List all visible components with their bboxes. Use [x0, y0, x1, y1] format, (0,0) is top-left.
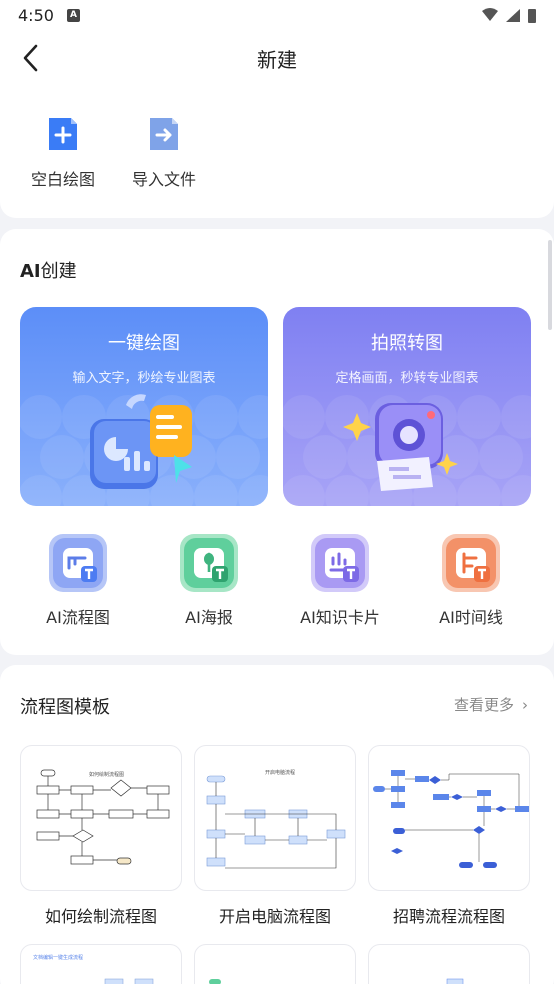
template-label: 开启电脑流程图 [218, 907, 331, 926]
ai-poster-button[interactable]: AI海报 [154, 534, 264, 628]
ai-create-card: AI创建 一键绘图 输入文字，秒绘专业图表 拍照转图 定格画面，秒转专业图表 A… [0, 229, 554, 655]
template-label: 如何绘制流程图 [44, 907, 157, 926]
camera-illustration-icon [343, 403, 458, 491]
ai-timeline-icon [442, 534, 500, 592]
see-more-link[interactable]: 查看更多 › [454, 694, 528, 715]
template-card[interactable]: 如何绘制流程图 如何绘制流程图 [20, 745, 182, 927]
ai-title-bold: AI [20, 261, 41, 282]
template-card[interactable]: 招聘流程流程图 [368, 745, 530, 927]
template-thumbnail: 开启电脑流程 [194, 745, 356, 891]
flowchart-preview [209, 979, 221, 984]
flowchart-preview [446, 978, 464, 984]
page-title: 新建 [257, 48, 297, 72]
status-icons [482, 8, 536, 23]
preview-title: 如何绘制流程图 [89, 771, 124, 778]
ai-flowchart-icon [49, 534, 107, 592]
template-card[interactable] [194, 944, 356, 984]
banner-title: 一键绘图 [108, 333, 180, 354]
ai-section-title: AI创建 [20, 257, 77, 283]
status-time: 4:50 [18, 6, 54, 25]
ai-timeline-label: AI时间线 [439, 608, 503, 627]
template-label: 招聘流程流程图 [392, 907, 505, 926]
chevron-right-icon: › [522, 696, 528, 714]
template-card[interactable]: 开启电脑流程 开启电脑流程图 [194, 745, 356, 927]
ai-flowchart-button[interactable]: AI流程图 [23, 534, 133, 628]
flowchart-preview [373, 770, 529, 868]
template-thumbnail: 如何绘制流程图 [20, 745, 182, 891]
preview-title: 文档编辑一键生成流程 [33, 954, 83, 961]
template-card[interactable] [368, 944, 530, 984]
chart-illustration-icon [90, 394, 192, 489]
import-file-button[interactable]: 导入文件 [114, 114, 214, 190]
wifi-icon [482, 8, 498, 21]
preview-title: 开启电脑流程 [265, 769, 295, 776]
battery-icon [528, 9, 536, 23]
blank-drawing-label: 空白绘图 [30, 170, 95, 189]
app-header: 新建 [0, 32, 554, 82]
one-click-draw-banner[interactable]: 一键绘图 输入文字，秒绘专业图表 [20, 307, 268, 506]
ai-flowchart-label: AI流程图 [46, 608, 110, 627]
templates-title: 流程图模板 [20, 697, 110, 718]
signal-icon [506, 9, 520, 22]
banner-title: 拍照转图 [371, 333, 443, 354]
scrollbar-thumb[interactable] [548, 240, 552, 330]
status-bar: 4:50 A [0, 0, 554, 32]
ai-knowledge-card-button[interactable]: AI知识卡片 [285, 534, 395, 628]
flowchart-preview: 如何绘制流程图 [36, 769, 170, 865]
ai-knowledge-card-label: AI知识卡片 [300, 608, 380, 627]
add-file-icon [49, 118, 77, 150]
ai-title-rest: 创建 [40, 261, 77, 282]
quick-actions-card: 空白绘图 导入文件 [0, 82, 554, 218]
ai-poster-label: AI海报 [185, 608, 233, 627]
flowchart-preview: 开启电脑流程 [206, 769, 346, 869]
template-card[interactable]: 文档编辑一键生成流程 [20, 944, 182, 984]
import-file-label: 导入文件 [131, 170, 196, 189]
ai-knowledge-card-icon [311, 534, 369, 592]
banner-subtitle: 定格画面，秒转专业图表 [335, 371, 479, 386]
photo-to-chart-banner[interactable]: 拍照转图 定格画面，秒转专业图表 [283, 307, 531, 506]
notification-icon: A [67, 9, 80, 22]
see-more-label: 查看更多 [453, 696, 514, 714]
ai-timeline-button[interactable]: AI时间线 [416, 534, 526, 628]
flowchart-preview: 文档编辑一键生成流程 [33, 954, 154, 984]
blank-drawing-button[interactable]: 空白绘图 [13, 114, 113, 190]
flowchart-templates-card: 流程图模板 查看更多 › 如何绘制流程图 如何绘制流程图 开启电脑流程 开启电脑… [0, 665, 554, 984]
template-thumbnail [368, 745, 530, 891]
ai-poster-icon [180, 534, 238, 592]
banner-subtitle: 输入文字，秒绘专业图表 [72, 371, 216, 386]
import-file-icon [150, 118, 178, 150]
